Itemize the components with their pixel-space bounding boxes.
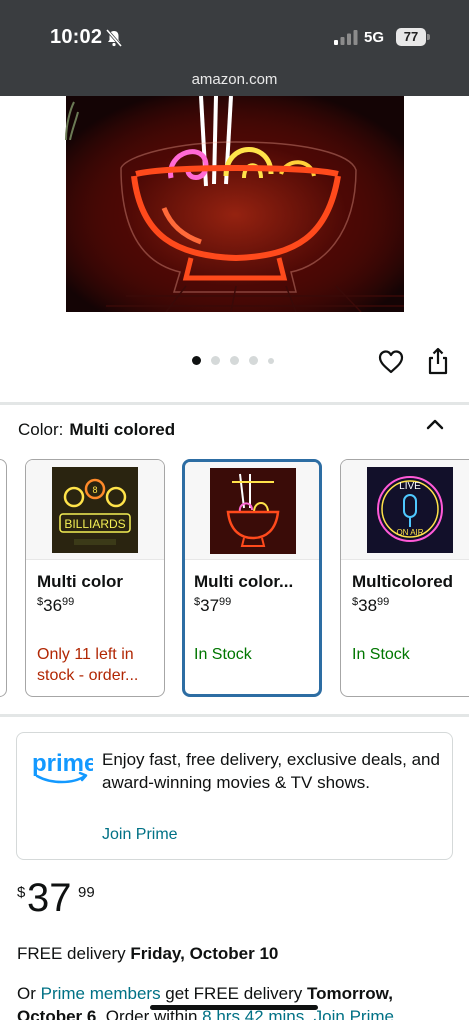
option-thumbnail-area: LIVE ON AIR	[341, 460, 469, 560]
color-selector-header: Color: Multi colored	[18, 420, 175, 440]
bell-muted-icon	[105, 29, 123, 47]
carousel-dot[interactable]	[192, 356, 201, 365]
prime-logo: prime	[32, 750, 93, 784]
option-price: $3799	[194, 596, 232, 615]
option-name: Multicolored	[352, 572, 454, 591]
on-air-sign-thumbnail: LIVE ON AIR	[367, 467, 453, 553]
option-price: $3699	[37, 596, 75, 615]
battery-level: 77	[396, 28, 426, 46]
url-bar[interactable]: amazon.com	[0, 71, 469, 88]
battery-icon: 77	[396, 28, 430, 46]
delivery-date: Friday, October 10	[130, 944, 279, 963]
section-divider	[0, 714, 469, 717]
carousel-indicator[interactable]	[192, 356, 274, 365]
clock: 10:02	[50, 26, 103, 48]
svg-text:ON AIR: ON AIR	[396, 528, 423, 537]
product-image[interactable]	[66, 96, 404, 312]
ramen-neon-sign-image	[66, 96, 404, 312]
home-indicator[interactable]	[150, 1005, 318, 1010]
option-price: $3899	[352, 596, 390, 615]
option-name: Multi color...	[194, 572, 294, 591]
price-currency: $	[17, 884, 26, 901]
share-icon[interactable]	[427, 347, 449, 375]
selected-color: Multi colored	[69, 420, 176, 439]
prime-delivery-info: Or Prime members get FREE delivery Tomor…	[17, 982, 457, 1020]
section-divider	[0, 402, 469, 405]
svg-text:8: 8	[92, 485, 97, 495]
color-option[interactable]: LIVE ON AIR Multicolored $3899 In Stock	[340, 459, 469, 697]
option-name: Multi color	[37, 572, 123, 591]
carousel-dot[interactable]	[211, 356, 220, 365]
carousel-dot[interactable]	[230, 356, 239, 365]
carousel-dot[interactable]	[249, 356, 258, 365]
billiards-sign-thumbnail: 8 BILLIARDS	[52, 467, 138, 553]
prime-promo-card[interactable]: prime Enjoy fast, free delivery, exclusi…	[16, 732, 453, 860]
color-option-selected[interactable]: Multi color... $3799 In Stock	[182, 459, 322, 697]
option-thumbnail-area: 8 BILLIARDS	[26, 460, 164, 560]
option-availability: In Stock	[352, 646, 410, 663]
color-option[interactable]: 8 BILLIARDS Multi color $3699 Only 11 le…	[25, 459, 165, 697]
decor-plant-icon	[65, 101, 79, 140]
option-availability: Only 11 left in stock - order...	[37, 646, 139, 684]
svg-text:LIVE: LIVE	[399, 481, 421, 492]
option-availability: In Stock	[194, 646, 252, 663]
status-bar: 10:02 5G 77 amazon.com	[0, 0, 469, 96]
option-thumbnail-area	[185, 462, 319, 560]
price-whole: 37	[27, 876, 72, 920]
signal-icon	[334, 30, 358, 45]
prime-members-link[interactable]: Prime members	[41, 984, 161, 1003]
carousel-dot[interactable]	[268, 357, 274, 364]
heart-icon[interactable]	[378, 349, 404, 375]
color-option-partial[interactable]	[0, 459, 7, 697]
svg-text:BILLIARDS: BILLIARDS	[64, 517, 125, 531]
color-label: Color:	[18, 420, 64, 439]
join-prime-inline-link[interactable]: Join Prime	[314, 1007, 394, 1020]
delivery-info: FREE delivery Friday, October 10	[17, 944, 279, 963]
network-type: 5G	[364, 29, 385, 46]
join-prime-link[interactable]: Join Prime	[102, 826, 178, 844]
ramen-sign-thumbnail	[210, 468, 296, 554]
svg-text:prime: prime	[32, 750, 93, 777]
price-fraction: 99	[78, 884, 95, 901]
prime-message: Enjoy fast, free delivery, exclusive dea…	[102, 750, 440, 792]
chevron-up-icon[interactable]	[426, 417, 444, 431]
